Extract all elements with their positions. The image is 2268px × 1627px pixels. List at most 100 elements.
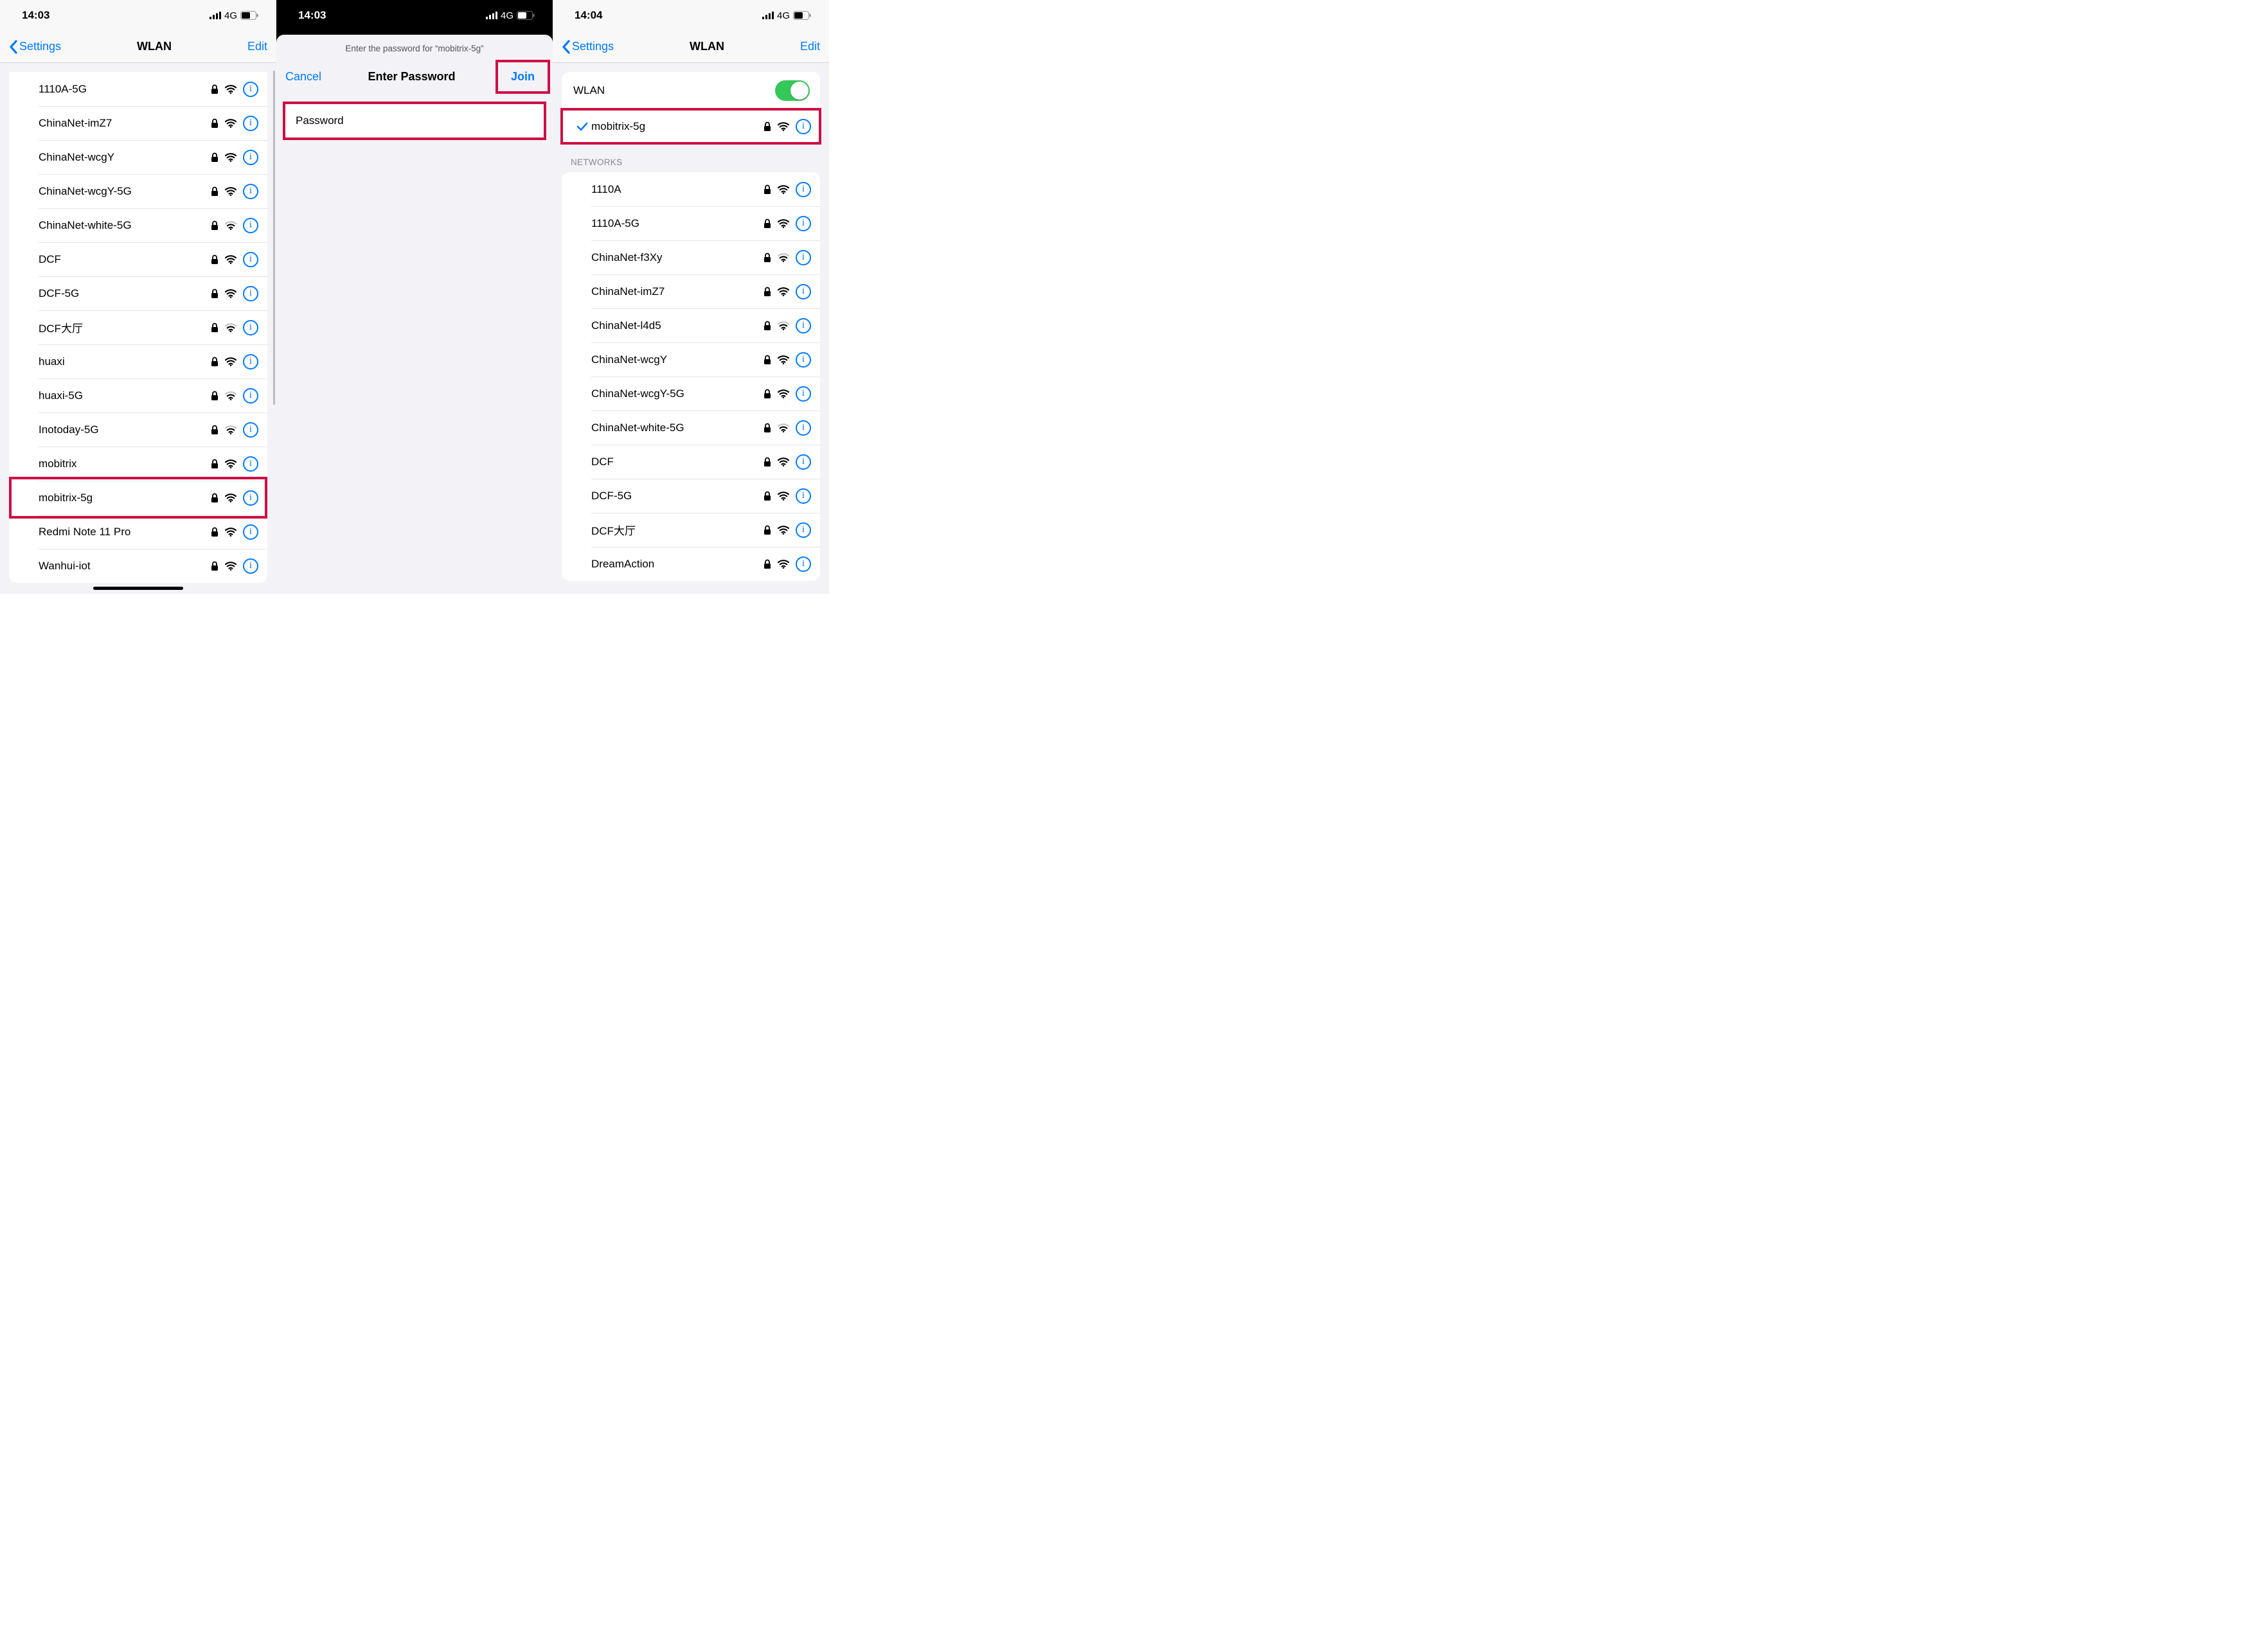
wifi-icon bbox=[778, 492, 789, 501]
lock-icon bbox=[211, 459, 219, 469]
network-row[interactable]: DCF大厅i bbox=[562, 513, 820, 547]
info-button[interactable]: i bbox=[243, 116, 258, 131]
network-row[interactable]: DCF大厅i bbox=[9, 310, 267, 344]
nav-bar: Settings WLAN Edit bbox=[553, 31, 829, 63]
network-row[interactable]: huaxi-5G i bbox=[9, 378, 267, 413]
edit-button[interactable]: Edit bbox=[247, 40, 267, 53]
info-button[interactable]: i bbox=[796, 488, 811, 504]
info-button[interactable]: i bbox=[243, 218, 258, 233]
info-button[interactable]: i bbox=[243, 456, 258, 472]
network-name: mobitrix bbox=[39, 458, 211, 470]
network-row[interactable]: ChinaNet-wcgY-5Gi bbox=[562, 377, 820, 411]
network-row[interactable]: DCF-5Gi bbox=[562, 479, 820, 513]
wifi-icon bbox=[778, 321, 789, 330]
edit-button[interactable]: Edit bbox=[800, 40, 820, 53]
network-row[interactable]: mobitrix i bbox=[9, 447, 267, 481]
network-row[interactable]: ChinaNet-white-5Gi bbox=[9, 208, 267, 242]
wlan-label: WLAN bbox=[573, 84, 605, 97]
network-row[interactable]: DCF-5G i bbox=[9, 276, 267, 310]
network-row[interactable]: ChinaNet-f3Xyi bbox=[562, 240, 820, 274]
lock-icon bbox=[211, 220, 219, 231]
info-button[interactable]: i bbox=[243, 524, 258, 540]
network-row[interactable]: ChinaNet-imZ7 i bbox=[9, 106, 267, 140]
network-row[interactable]: ChinaNet-imZ7i bbox=[562, 274, 820, 308]
network-row[interactable]: Inotoday-5Gi bbox=[9, 413, 267, 447]
status-time: 14:03 bbox=[22, 9, 49, 22]
network-row[interactable]: huaxii bbox=[9, 344, 267, 378]
network-name: 1110A-5G bbox=[591, 217, 763, 230]
info-button[interactable]: i bbox=[243, 388, 258, 404]
wifi-icon bbox=[778, 560, 789, 569]
network-meta: i bbox=[211, 422, 258, 438]
network-meta: i bbox=[211, 218, 258, 233]
info-button[interactable]: i bbox=[796, 522, 811, 538]
info-button[interactable]: i bbox=[243, 558, 258, 574]
battery-icon bbox=[793, 11, 811, 20]
network-name: huaxi-5G bbox=[39, 389, 211, 402]
info-button[interactable]: i bbox=[243, 82, 258, 97]
info-button[interactable]: i bbox=[796, 119, 811, 134]
back-button[interactable]: Settings bbox=[562, 40, 614, 54]
network-row[interactable]: Wanhui-ioti bbox=[9, 549, 267, 583]
wifi-icon bbox=[225, 187, 237, 196]
network-row[interactable]: ChinaNet-white-5Gi bbox=[562, 411, 820, 445]
home-indicator bbox=[93, 587, 183, 590]
network-row[interactable]: 1110A i bbox=[562, 172, 820, 206]
network-name: 1110A bbox=[591, 183, 763, 196]
screen-2-enter-password: 14:03 4G Enter the password for “mobitri… bbox=[276, 0, 553, 594]
info-button[interactable]: i bbox=[796, 216, 811, 231]
info-button[interactable]: i bbox=[243, 490, 258, 506]
network-row[interactable]: ChinaNet-wcgYi bbox=[562, 342, 820, 377]
network-row[interactable]: 1110A-5G i bbox=[562, 206, 820, 240]
info-button[interactable]: i bbox=[796, 250, 811, 265]
network-row[interactable]: DCFi bbox=[562, 445, 820, 479]
network-row[interactable]: 1110A-5Gi bbox=[9, 72, 267, 106]
wlan-toggle-row[interactable]: WLAN bbox=[562, 72, 820, 109]
info-button[interactable]: i bbox=[796, 182, 811, 197]
info-button[interactable]: i bbox=[243, 422, 258, 438]
wlan-switch-on[interactable] bbox=[775, 80, 810, 101]
network-row[interactable]: DCFi bbox=[9, 242, 267, 276]
info-button[interactable]: i bbox=[243, 150, 258, 165]
network-name: ChinaNet-l4d5 bbox=[591, 319, 763, 332]
network-name: DreamAction bbox=[591, 558, 763, 571]
network-name: DCF-5G bbox=[39, 287, 211, 300]
network-row[interactable]: DreamAction i bbox=[562, 547, 820, 581]
network-meta: i bbox=[763, 284, 811, 299]
info-button[interactable]: i bbox=[796, 420, 811, 436]
network-type: 4G bbox=[224, 10, 237, 21]
network-row[interactable]: ChinaNet-l4d5 i bbox=[562, 308, 820, 342]
join-button[interactable]: Join bbox=[502, 66, 544, 87]
password-field[interactable]: Password bbox=[285, 104, 544, 138]
info-button[interactable]: i bbox=[243, 286, 258, 301]
connected-network-row[interactable]: mobitrix-5g i bbox=[562, 109, 820, 143]
info-button[interactable]: i bbox=[796, 318, 811, 333]
network-row[interactable]: ChinaNet-wcgY-5Gi bbox=[9, 174, 267, 208]
network-meta: i bbox=[763, 250, 811, 265]
networks-header: Networks bbox=[553, 143, 829, 172]
info-button[interactable]: i bbox=[243, 354, 258, 369]
network-name: ChinaNet-imZ7 bbox=[39, 117, 211, 130]
screen-3-wlan-connected: 14:04 4G Settings WLAN Edit WLAN mobitri… bbox=[553, 0, 829, 594]
info-button[interactable]: i bbox=[796, 454, 811, 470]
network-row[interactable]: Redmi Note 11 Proi bbox=[9, 515, 267, 549]
info-button[interactable]: i bbox=[243, 184, 258, 199]
lock-icon bbox=[211, 391, 219, 401]
network-row[interactable]: ChinaNet-wcgYi bbox=[9, 140, 267, 174]
info-button[interactable]: i bbox=[243, 252, 258, 267]
network-row[interactable]: mobitrix-5g i bbox=[9, 481, 267, 515]
info-button[interactable]: i bbox=[796, 352, 811, 368]
network-name: mobitrix-5g bbox=[39, 492, 211, 504]
info-button[interactable]: i bbox=[796, 284, 811, 299]
status-bar: 14:03 4G bbox=[276, 0, 553, 31]
back-label: Settings bbox=[19, 40, 61, 53]
lock-icon bbox=[763, 218, 771, 229]
info-button[interactable]: i bbox=[796, 556, 811, 572]
info-button[interactable]: i bbox=[796, 386, 811, 402]
cancel-button[interactable]: Cancel bbox=[285, 70, 321, 84]
info-button[interactable]: i bbox=[243, 320, 258, 335]
network-meta: i bbox=[211, 320, 258, 335]
wifi-icon bbox=[778, 253, 789, 262]
network-meta: i bbox=[211, 490, 258, 506]
back-button[interactable]: Settings bbox=[9, 40, 61, 54]
